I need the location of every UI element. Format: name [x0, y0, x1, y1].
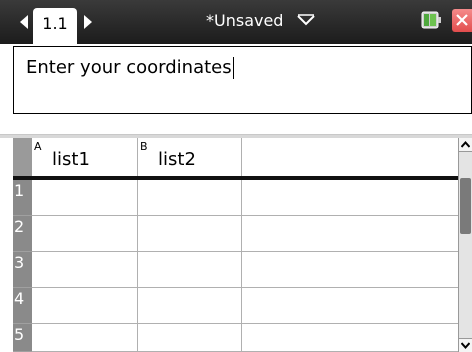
lists-spreadsheet: A list1 B list2 1 2 3 4 5 — [0, 138, 472, 352]
column-header-row: A list1 B list2 — [32, 138, 458, 176]
table-row: 3 — [13, 252, 458, 288]
column-name: list1 — [52, 149, 90, 170]
cell-b2[interactable] — [138, 216, 242, 252]
previous-tab-icon[interactable] — [20, 15, 28, 29]
row-number[interactable]: 2 — [13, 216, 32, 252]
chevron-down-icon[interactable] — [297, 14, 315, 26]
column-header-b[interactable]: B list2 — [138, 138, 242, 176]
cell-b1[interactable] — [138, 180, 242, 216]
document-title[interactable]: *Unsaved — [206, 10, 283, 32]
select-all-corner[interactable] — [13, 138, 32, 178]
column-header-c[interactable] — [242, 138, 458, 176]
table-row: 2 — [13, 216, 458, 252]
cell-a4[interactable] — [32, 288, 138, 324]
row-number[interactable]: 1 — [13, 180, 32, 216]
notes-text-box[interactable]: Enter your coordinates — [13, 46, 472, 114]
scroll-thumb[interactable] — [460, 178, 471, 234]
cell-c3[interactable] — [242, 252, 458, 288]
column-letter: A — [34, 140, 42, 153]
table-row: 5 — [13, 324, 458, 352]
chevron-down-icon — [461, 342, 470, 349]
scroll-down-button[interactable] — [459, 338, 472, 352]
cell-a3[interactable] — [32, 252, 138, 288]
tab-1-1[interactable]: 1.1 — [33, 8, 77, 44]
close-button[interactable] — [452, 9, 472, 32]
column-name: list2 — [158, 149, 196, 170]
cell-c1[interactable] — [242, 180, 458, 216]
cell-b4[interactable] — [138, 288, 242, 324]
cell-a5[interactable] — [32, 324, 138, 352]
row-number[interactable]: 5 — [13, 324, 32, 352]
vertical-scrollbar[interactable] — [458, 138, 472, 352]
table-row: 1 — [13, 180, 458, 216]
close-icon — [456, 14, 468, 26]
scroll-up-button[interactable] — [459, 138, 472, 152]
column-header-a[interactable]: A list1 — [32, 138, 138, 176]
text-caret — [232, 57, 234, 79]
cell-c5[interactable] — [242, 324, 458, 352]
next-tab-icon[interactable] — [84, 15, 92, 29]
cell-c2[interactable] — [242, 216, 458, 252]
title-bar: 1.1 *Unsaved — [0, 0, 472, 44]
cell-b5[interactable] — [138, 324, 242, 352]
cell-c4[interactable] — [242, 288, 458, 324]
notes-text: Enter your coordinates — [26, 57, 232, 78]
cell-a2[interactable] — [32, 216, 138, 252]
row-number[interactable]: 3 — [13, 252, 32, 288]
row-number[interactable]: 4 — [13, 288, 32, 324]
table-row: 4 — [13, 288, 458, 324]
cell-b3[interactable] — [138, 252, 242, 288]
battery-icon — [421, 11, 441, 29]
chevron-up-icon — [461, 141, 470, 148]
column-letter: B — [140, 140, 148, 153]
cell-a1[interactable] — [32, 180, 138, 216]
